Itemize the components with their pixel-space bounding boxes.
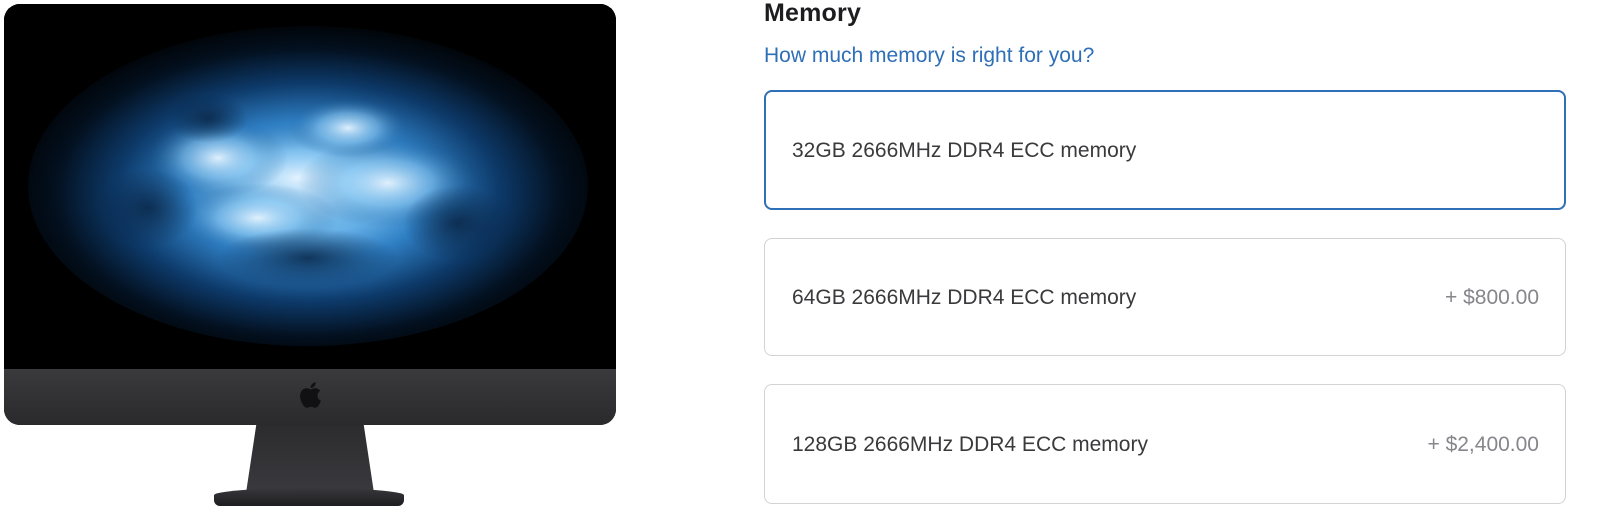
section-title: Memory	[764, 0, 862, 27]
memory-option-label: 32GB 2666MHz DDR4 ECC memory	[792, 139, 1137, 162]
memory-configurator: Memory How much memory is right for you?…	[764, 0, 1600, 518]
product-image	[0, 0, 620, 518]
screen-bezel	[4, 4, 616, 369]
imac-stand-base	[214, 488, 404, 506]
memory-option-label: 64GB 2666MHz DDR4 ECC memory	[792, 286, 1137, 309]
memory-option-price: + $2,400.00	[1427, 433, 1539, 456]
imac-display	[4, 4, 616, 425]
memory-option-label: 128GB 2666MHz DDR4 ECC memory	[792, 433, 1148, 456]
memory-option-64gb[interactable]: 64GB 2666MHz DDR4 ECC memory + $800.00	[764, 238, 1566, 356]
imac-stand	[246, 425, 374, 493]
memory-help-link[interactable]: How much memory is right for you?	[764, 43, 1094, 69]
nebula-wallpaper	[8, 8, 612, 365]
memory-option-32gb[interactable]: 32GB 2666MHz DDR4 ECC memory	[764, 90, 1566, 210]
screen-wallpaper	[8, 8, 612, 365]
apple-logo-icon	[300, 382, 321, 408]
memory-option-128gb[interactable]: 128GB 2666MHz DDR4 ECC memory + $2,400.0…	[764, 384, 1566, 504]
imac-chin	[4, 369, 616, 425]
memory-option-price: + $800.00	[1444, 286, 1539, 309]
